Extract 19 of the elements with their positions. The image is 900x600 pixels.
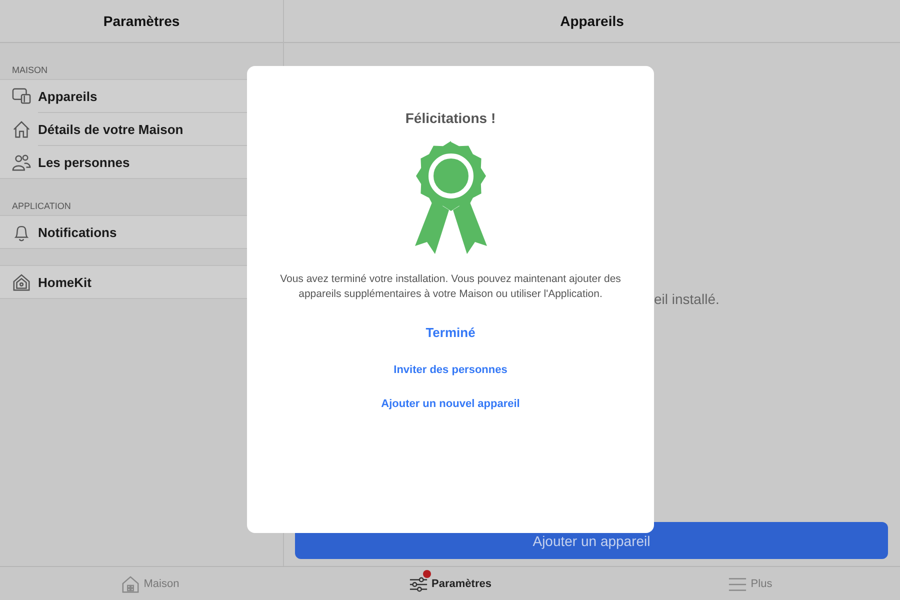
house-icon	[12, 120, 31, 138]
section-header: APPLICATION	[11, 200, 72, 213]
sidebar-item[interactable]: Les personnes	[0, 146, 283, 178]
sidebar-item[interactable]: Appareils	[0, 80, 283, 112]
award-ribbon-icon	[414, 140, 486, 256]
house-icon	[12, 272, 31, 292]
section-header: MAISON	[11, 64, 49, 77]
sidebar-item[interactable]: Détails de votre Maison	[0, 113, 283, 145]
action-link[interactable]: Inviter des personnes	[390, 360, 512, 380]
tab[interactable]: Paramètres	[300, 567, 600, 600]
people-icon	[12, 152, 31, 172]
dialog-title: Félicitations !	[405, 110, 496, 126]
done-link[interactable]: Terminé	[422, 321, 480, 344]
sidebar-item[interactable]: Notifications	[0, 216, 283, 248]
action-link[interactable]: Ajouter un nouvel appareil	[377, 394, 524, 414]
empty-message: eil installé.	[654, 291, 720, 307]
devices-icon	[12, 86, 31, 106]
house-icon	[120, 574, 140, 594]
sliders-icon	[408, 574, 428, 594]
